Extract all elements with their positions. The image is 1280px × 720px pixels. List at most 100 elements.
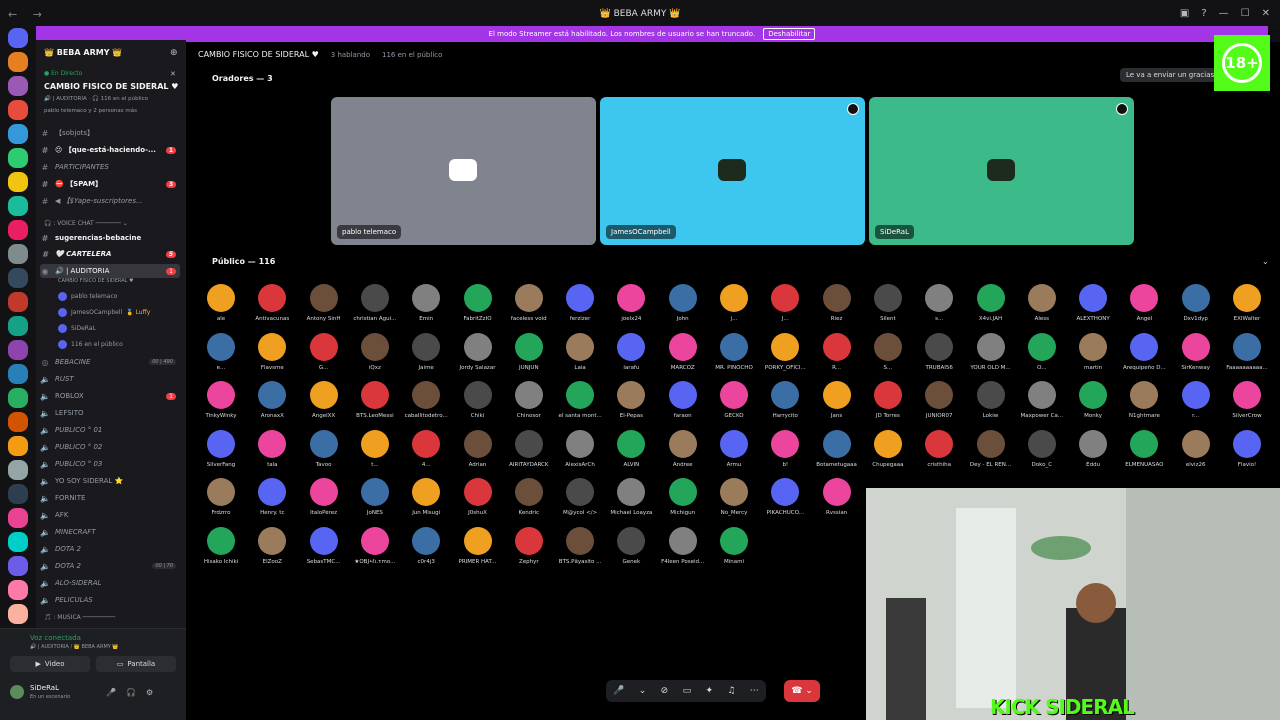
- add-member-icon[interactable]: ⊕: [170, 48, 178, 58]
- audience-member[interactable]: S...: [863, 332, 913, 371]
- audience-member[interactable]: iQxz: [350, 332, 400, 371]
- server-icon[interactable]: [8, 124, 28, 144]
- server-icon[interactable]: [8, 100, 28, 120]
- server-icon[interactable]: [8, 364, 28, 384]
- audience-member[interactable]: ★OBJ•ℓι.τmo...: [350, 526, 400, 565]
- server-icon[interactable]: [8, 244, 28, 264]
- server-icon[interactable]: [8, 580, 28, 600]
- audience-member[interactable]: Minami: [709, 526, 759, 565]
- channel-item[interactable]: 🔈 FORNITE: [40, 491, 180, 505]
- audience-member[interactable]: J0shuX: [453, 478, 503, 516]
- audience-member[interactable]: Jaime: [401, 332, 451, 371]
- audience-member[interactable]: PIKACHUCO...: [760, 478, 810, 516]
- server-icon[interactable]: [8, 172, 28, 192]
- audience-member[interactable]: Jans: [812, 381, 862, 419]
- channel-item[interactable]: ◉ 🔊 | AUDITORIA 1: [40, 264, 180, 278]
- video-button[interactable]: ▶ Video: [10, 656, 90, 672]
- audience-member[interactable]: Harrycito: [760, 381, 810, 419]
- audience-member[interactable]: JD Torres: [863, 381, 913, 419]
- audience-member[interactable]: Michigun: [658, 478, 708, 516]
- server-icon[interactable]: [8, 484, 28, 504]
- audience-member[interactable]: Botametugaaa: [812, 429, 862, 468]
- audience-member[interactable]: Armu: [709, 429, 759, 468]
- audience-member[interactable]: Laia: [555, 332, 605, 371]
- voice-user[interactable]: pablo telemaco: [58, 292, 117, 301]
- server-icon[interactable]: [8, 292, 28, 312]
- audience-member[interactable]: EXIWalter: [1222, 284, 1272, 322]
- audience-member[interactable]: Arequipeño D...: [1119, 332, 1169, 371]
- server-icon[interactable]: [8, 28, 28, 48]
- audience-member[interactable]: Angel: [1119, 284, 1169, 322]
- audience-member[interactable]: Eddu: [1068, 429, 1118, 468]
- headset-icon[interactable]: 🎧: [126, 688, 136, 697]
- audience-member[interactable]: tala: [247, 429, 297, 468]
- chevron-down-icon[interactable]: ⌄: [1262, 257, 1269, 266]
- voice-status[interactable]: Voz conectada: [30, 634, 81, 642]
- audience-member[interactable]: Dxv1dyp: [1171, 284, 1221, 322]
- channel-item[interactable]: 🔈 MINECRAFT: [40, 525, 180, 539]
- channel-item[interactable]: 🔈 ALO-SIDERAL: [40, 576, 180, 590]
- audience-member[interactable]: FabritZzIO: [453, 284, 503, 322]
- audience-member[interactable]: El-Pepas: [606, 381, 656, 419]
- audience-member[interactable]: joelx24: [606, 284, 656, 322]
- audience-member[interactable]: No_Mercy: [709, 478, 759, 516]
- audience-member[interactable]: Jordy Salazar: [453, 332, 503, 371]
- audience-member[interactable]: Antivacunas: [247, 284, 297, 322]
- inbox-icon[interactable]: ▣: [1180, 8, 1189, 19]
- audience-member[interactable]: Tavoo: [299, 429, 349, 468]
- server-icon[interactable]: [8, 340, 28, 360]
- audience-member[interactable]: ale: [196, 284, 246, 322]
- avatar[interactable]: [10, 685, 24, 699]
- audience-member[interactable]: caballitodetro...: [401, 381, 451, 419]
- audience-member[interactable]: BTS.LeoMessi: [350, 381, 400, 419]
- voice-user[interactable]: SiDeRaL: [58, 324, 96, 333]
- server-icon[interactable]: [8, 604, 28, 624]
- channel-item[interactable]: ◎ BEBACINE 00 | 490: [40, 355, 180, 369]
- audience-member[interactable]: BTS.Pāyasito ...: [555, 526, 605, 565]
- minimize-icon[interactable]: —: [1219, 8, 1229, 19]
- audience-member[interactable]: R...: [812, 332, 862, 371]
- close-icon[interactable]: ✕: [170, 70, 176, 78]
- disable-streamer-button[interactable]: Deshabilitar: [763, 28, 816, 40]
- audience-member[interactable]: M@ycol </>: [555, 478, 605, 516]
- soundboard-icon[interactable]: ♫: [727, 686, 735, 696]
- server-icon[interactable]: [8, 388, 28, 408]
- channel-item[interactable]: # PARTICIPANTES: [40, 160, 180, 174]
- audience-member[interactable]: ItaloPérez: [299, 478, 349, 516]
- channel-item[interactable]: 🎧 : VOICE CHAT ─────── ⌄: [44, 216, 184, 230]
- maximize-icon[interactable]: ☐: [1241, 8, 1250, 19]
- audience-member[interactable]: Lokiw: [966, 381, 1016, 419]
- settings-icon[interactable]: ⚙: [146, 688, 153, 697]
- audience-member[interactable]: Emin: [401, 284, 451, 322]
- audience-member[interactable]: O...: [1017, 332, 1067, 371]
- audience-member[interactable]: ferzizer: [555, 284, 605, 322]
- server-icon[interactable]: [8, 460, 28, 480]
- speaker-tile[interactable]: JamesOCampbell: [600, 97, 865, 245]
- channel-item[interactable]: 🔈 RUST: [40, 372, 180, 386]
- audience-member[interactable]: Adrian: [453, 429, 503, 468]
- audience-member[interactable]: faceless void: [504, 284, 554, 322]
- audience-member[interactable]: MARCOZ: [658, 332, 708, 371]
- channel-item[interactable]: 🔈 YO SOY SIDERAL ⭐: [40, 474, 180, 488]
- audience-member[interactable]: Maxpower Ca...: [1017, 381, 1067, 419]
- audience-member[interactable]: faraon: [658, 381, 708, 419]
- audience-member[interactable]: 4...: [401, 429, 451, 468]
- audience-member[interactable]: MR. PINOCHO: [709, 332, 759, 371]
- chevron-down-icon[interactable]: ⌄: [639, 686, 647, 696]
- audience-member[interactable]: GECKO: [709, 381, 759, 419]
- voice-user[interactable]: JamesOCampbell 🏅 Luffy: [58, 308, 150, 317]
- channel-item[interactable]: # sugerencias-bebacine: [40, 231, 180, 245]
- audience-member[interactable]: TinkyWinky: [196, 381, 246, 419]
- audience-member[interactable]: ElZooZ: [247, 526, 297, 565]
- audience-member[interactable]: Chiki: [453, 381, 503, 419]
- audience-member[interactable]: el santa mont...: [555, 381, 605, 419]
- channel-item[interactable]: 🔈 PUBLICO ° 02: [40, 440, 180, 454]
- channel-item[interactable]: 🔈 PUBLICO ° 01: [40, 423, 180, 437]
- audience-member[interactable]: SebasTMC...: [299, 526, 349, 565]
- audience-member[interactable]: b!: [760, 429, 810, 468]
- channel-item[interactable]: # 🤍 CARTELERA 5: [40, 247, 180, 261]
- audience-member[interactable]: Genek: [606, 526, 656, 565]
- server-icon[interactable]: [8, 52, 28, 72]
- audience-member[interactable]: Hisako Ichiki: [196, 526, 246, 565]
- audience-member[interactable]: AlexisArCh: [555, 429, 605, 468]
